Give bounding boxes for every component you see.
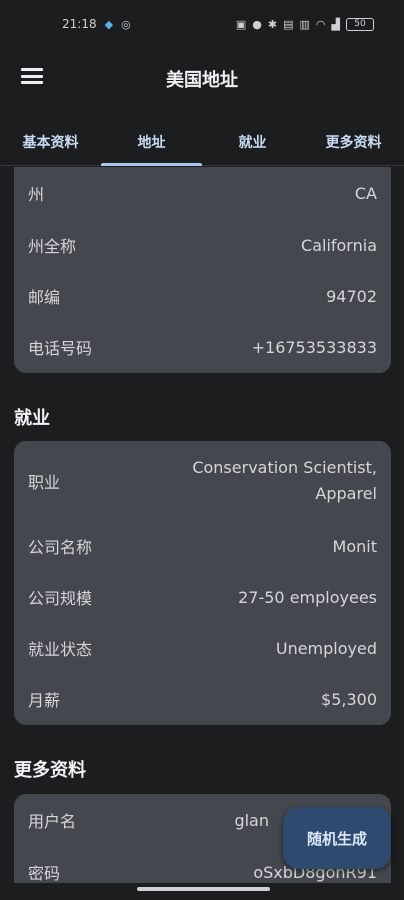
tab-more-info[interactable]: 更多资料 xyxy=(303,118,404,165)
row-label: 就业状态 xyxy=(28,640,93,659)
battery-icon: 50 xyxy=(346,17,374,31)
employment-card: 职业 Conservation Scientist, Apparel 公司名称 … xyxy=(14,441,391,725)
occupation-line-2: Apparel xyxy=(315,484,377,503)
row-label: 公司规模 xyxy=(28,589,93,608)
row-value: Unemployed xyxy=(275,638,377,658)
employment-row-salary: 月薪 $5,300 xyxy=(14,674,391,724)
row-value: CA xyxy=(354,183,377,203)
tab-basic-info[interactable]: 基本资料 xyxy=(0,118,101,165)
row-value: 94702 xyxy=(326,286,377,306)
more-section-title: 更多资料 xyxy=(14,760,86,781)
wifi-icon: ◠ xyxy=(315,17,326,31)
row-label: 电话号码 xyxy=(28,339,93,358)
row-value: $5,300 xyxy=(321,689,377,709)
address-row-state-full: 州全称 California xyxy=(14,219,391,271)
address-row-phone: 电话号码 +16753533833 xyxy=(14,321,391,373)
row-label: 州全称 xyxy=(28,237,77,256)
app-notification-icon: ◆ xyxy=(104,17,114,31)
nfc-icon: ▥ xyxy=(299,17,310,31)
status-time: 21:18 xyxy=(62,17,97,31)
employment-row-occupation: 职业 Conservation Scientist, Apparel xyxy=(14,449,391,513)
row-value: California xyxy=(301,235,377,255)
address-row-zip: 邮编 94702 xyxy=(14,271,391,321)
row-label: 州 xyxy=(28,185,45,204)
employment-row-status: 就业状态 Unemployed xyxy=(14,623,391,673)
gesture-bar xyxy=(137,887,270,891)
status-left: 21:18 ◆ ◎ xyxy=(62,17,131,31)
bluetooth-icon: ✱ xyxy=(267,17,278,31)
employment-row-company: 公司名称 Monit xyxy=(14,521,391,571)
employment-row-size: 公司规模 27-50 employees xyxy=(14,572,391,622)
row-label: 职业 xyxy=(28,473,61,492)
signal-icon: ▟ xyxy=(331,17,340,31)
row-value: +16753533833 xyxy=(251,337,377,357)
random-generate-button[interactable]: 随机生成 xyxy=(283,807,391,869)
row-value: Monit xyxy=(332,536,377,556)
content-scroll[interactable]: 州 CA 州全称 California 邮编 94702 电话号码 +16753… xyxy=(0,167,404,883)
tab-address[interactable]: 地址 xyxy=(101,118,202,166)
address-row-state: 州 CA xyxy=(14,167,391,219)
row-value: 27-50 employees xyxy=(238,587,377,607)
row-label: 邮编 xyxy=(28,288,61,307)
app-bar: 美国地址 xyxy=(0,48,404,106)
vibrate-icon: ▤ xyxy=(283,17,294,31)
tab-employment[interactable]: 就业 xyxy=(202,118,303,165)
row-label: 月薪 xyxy=(28,691,61,710)
row-label: 用户名 xyxy=(28,812,77,831)
tab-bar: 基本资料 地址 就业 更多资料 xyxy=(0,118,404,166)
occupation-line-1: Conservation Scientist, xyxy=(192,458,377,477)
dnd-icon: ● xyxy=(252,17,262,31)
row-label: 公司名称 xyxy=(28,538,93,557)
sync-icon: ◎ xyxy=(121,17,131,31)
address-card: 州 CA 州全称 California 邮编 94702 电话号码 +16753… xyxy=(14,167,391,373)
status-right: ▣ ● ✱ ▤ ▥ ◠ ▟ 50 xyxy=(235,17,374,31)
mute-icon: ▣ xyxy=(235,17,247,31)
row-value: Conservation Scientist, Apparel xyxy=(192,455,377,507)
page-title: 美国地址 xyxy=(166,70,238,91)
employment-section-title: 就业 xyxy=(14,408,50,429)
row-label: 密码 xyxy=(28,864,61,883)
status-bar: 21:18 ◆ ◎ ▣ ● ✱ ▤ ▥ ◠ ▟ 50 xyxy=(0,0,404,48)
